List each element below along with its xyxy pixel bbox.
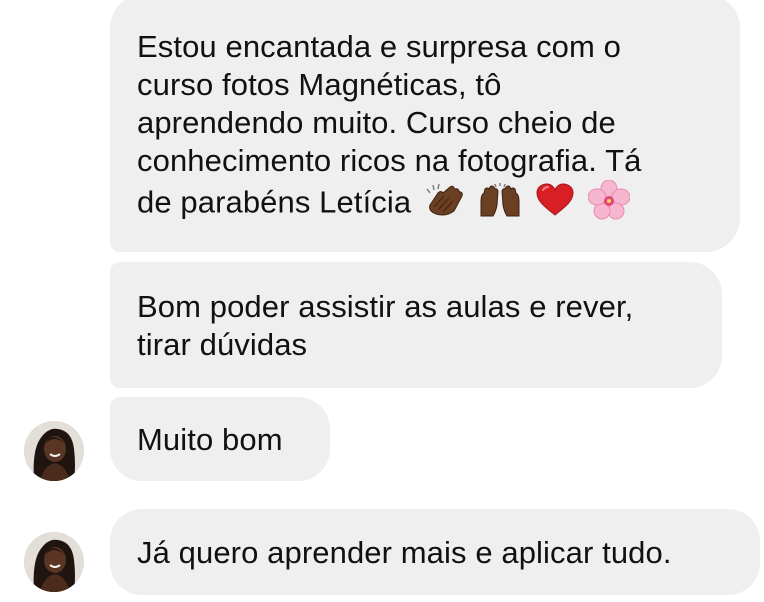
profile-photo-icon (24, 532, 84, 592)
message-text-line: Muito bom (137, 422, 283, 457)
message-text-line: conhecimento ricos na fotografia. Tá (137, 143, 642, 178)
cherry-blossom-icon (587, 179, 631, 229)
red-heart-icon (535, 183, 575, 226)
message-text-line: Bom poder assistir as aulas e rever, (137, 289, 634, 324)
message-text-line: Estou encantada e surpresa com o (137, 29, 621, 64)
message-text-line: curso fotos Magnéticas, tô (137, 67, 502, 102)
message-text: de parabéns Letícia (137, 184, 412, 220)
chat-thread: Estou encantada e surpresa com o curso f… (0, 0, 764, 602)
profile-photo-icon (24, 421, 84, 481)
message-bubble[interactable]: Muito bom (110, 397, 330, 481)
avatar[interactable] (24, 532, 84, 592)
message-text-line: tirar dúvidas (137, 327, 308, 362)
message-bubble[interactable]: Já quero aprender mais e aplicar tudo. (110, 509, 760, 595)
raising-hands-icon (477, 183, 523, 226)
message-bubble[interactable]: Estou encantada e surpresa com o curso f… (110, 0, 740, 252)
message-text-line: aprendendo muito. Curso cheio de (137, 105, 616, 140)
message-text-line: Já quero aprender mais e aplicar tudo. (137, 535, 672, 570)
message-text-line-with-emojis: de parabéns Letícia (137, 179, 720, 229)
clapping-hands-icon (424, 183, 464, 226)
avatar[interactable] (24, 421, 84, 481)
message-bubble[interactable]: Bom poder assistir as aulas e rever, tir… (110, 262, 722, 388)
